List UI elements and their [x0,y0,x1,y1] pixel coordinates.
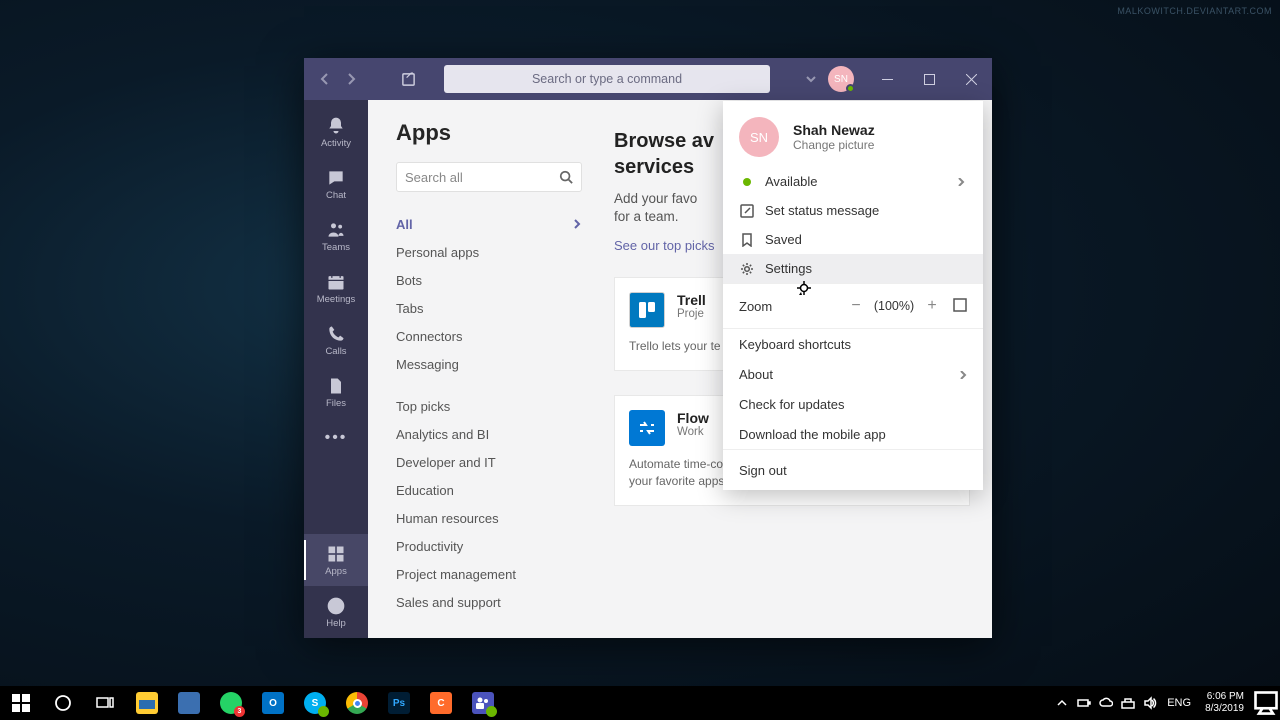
about-item[interactable]: About [723,359,983,389]
edit-icon [739,204,755,218]
titlebar: Search or type a command SN [304,58,992,100]
category-all[interactable]: All [396,210,582,238]
nav-forward-button[interactable] [340,68,362,90]
category-item[interactable]: Analytics and BI [396,420,582,448]
category-item[interactable]: Developer and IT [396,448,582,476]
language-indicator[interactable]: ENG [1161,697,1197,709]
status-available-item[interactable]: Available [723,167,983,196]
category-item[interactable]: Education [396,476,582,504]
window-maximize-button[interactable] [908,58,950,100]
flow-icon [629,410,665,446]
rail-teams[interactable]: Teams [304,210,368,262]
category-item[interactable]: Human resources [396,504,582,532]
tray-battery-icon[interactable] [1073,696,1095,710]
command-search-input[interactable]: Search or type a command [444,65,770,93]
category-item[interactable]: Connectors [396,322,582,350]
zoom-in-button[interactable]: + [921,297,943,315]
apps-heading: Apps [396,120,582,146]
rail-activity[interactable]: Activity [304,106,368,158]
taskbar-camtasia[interactable]: C [420,686,462,720]
sign-out-item[interactable]: Sign out [723,450,983,490]
apps-sidebar: Apps Search all All Personal apps Bots T… [368,100,600,638]
apps-search-input[interactable]: Search all [396,162,582,192]
card-subtitle: Proje [677,308,706,320]
taskbar-app[interactable] [168,686,210,720]
cursor-icon [796,280,812,296]
category-item[interactable]: Top picks [396,392,582,420]
zoom-value: (100%) [867,299,921,313]
category-list: All Personal apps Bots Tabs Connectors M… [396,210,582,616]
keyboard-shortcuts-item[interactable]: Keyboard shortcuts [723,329,983,359]
card-subtitle: Work [677,426,709,438]
action-center-button[interactable] [1252,689,1280,717]
check-updates-item[interactable]: Check for updates [723,389,983,419]
start-button[interactable] [0,686,42,720]
settings-item[interactable]: Settings [723,254,983,283]
tray-volume-icon[interactable] [1139,696,1161,710]
taskbar-teams[interactable] [462,686,504,720]
category-item[interactable]: Messaging [396,350,582,378]
taskbar-chrome[interactable] [336,686,378,720]
category-item[interactable]: Project management [396,560,582,588]
presence-indicator-icon [846,84,855,93]
app-rail: Activity Chat Teams Meetings Calls Files… [304,100,368,638]
taskbar-file-explorer[interactable] [126,686,168,720]
rail-help[interactable]: Help [304,586,368,638]
cortana-button[interactable] [42,686,84,720]
popout-icon[interactable] [390,72,426,87]
wallpaper-watermark: MALKOWITCH.DEVIANTART.COM [1117,6,1272,16]
trello-icon [629,292,665,328]
tray-onedrive-icon[interactable] [1095,696,1117,710]
taskbar-photoshop[interactable]: Ps [378,686,420,720]
category-item[interactable]: Productivity [396,532,582,560]
rail-meetings[interactable]: Meetings [304,262,368,314]
avatar-icon: SN [739,117,779,157]
download-app-item[interactable]: Download the mobile app [723,419,983,449]
rail-more-button[interactable]: ••• [304,418,368,458]
category-item[interactable]: Sales and support [396,588,582,616]
category-item[interactable]: Tabs [396,294,582,322]
category-item[interactable]: Bots [396,266,582,294]
change-picture-link[interactable]: Change picture [793,138,875,152]
org-switcher-dropdown[interactable] [802,74,820,84]
chevron-right-icon [959,367,967,382]
profile-avatar-button[interactable]: SN [828,66,854,92]
zoom-control: Zoom − (100%) + [723,284,983,328]
search-icon [559,170,573,184]
card-title: Trell [677,292,706,308]
profile-name: Shah Newaz [793,122,875,138]
card-title: Flow [677,410,709,426]
rail-files[interactable]: Files [304,366,368,418]
set-status-item[interactable]: Set status message [723,196,983,225]
taskbar-skype[interactable]: S [294,686,336,720]
window-minimize-button[interactable] [866,58,908,100]
category-item[interactable]: Personal apps [396,238,582,266]
zoom-out-button[interactable]: − [845,297,867,315]
bookmark-icon [739,233,755,247]
gear-icon [739,262,755,276]
zoom-label: Zoom [739,299,845,314]
tray-chevron-icon[interactable] [1051,696,1073,710]
saved-item[interactable]: Saved [723,225,983,254]
fullscreen-button[interactable] [953,298,967,315]
tray-network-icon[interactable] [1117,696,1139,710]
rail-calls[interactable]: Calls [304,314,368,366]
nav-back-button[interactable] [314,68,336,90]
windows-taskbar: 3 O S Ps C ENG 6:06 PM8/3/2019 [0,686,1280,720]
task-view-button[interactable] [84,686,126,720]
rail-apps[interactable]: Apps [304,534,368,586]
window-close-button[interactable] [950,58,992,100]
taskbar-outlook[interactable]: O [252,686,294,720]
profile-menu: SN Shah Newaz Change picture Available S… [723,101,983,490]
rail-chat[interactable]: Chat [304,158,368,210]
taskbar-clock[interactable]: 6:06 PM8/3/2019 [1197,691,1252,715]
taskbar-whatsapp[interactable]: 3 [210,686,252,720]
chevron-right-icon [957,174,967,189]
available-dot-icon [743,178,751,186]
chevron-right-icon [572,219,582,229]
